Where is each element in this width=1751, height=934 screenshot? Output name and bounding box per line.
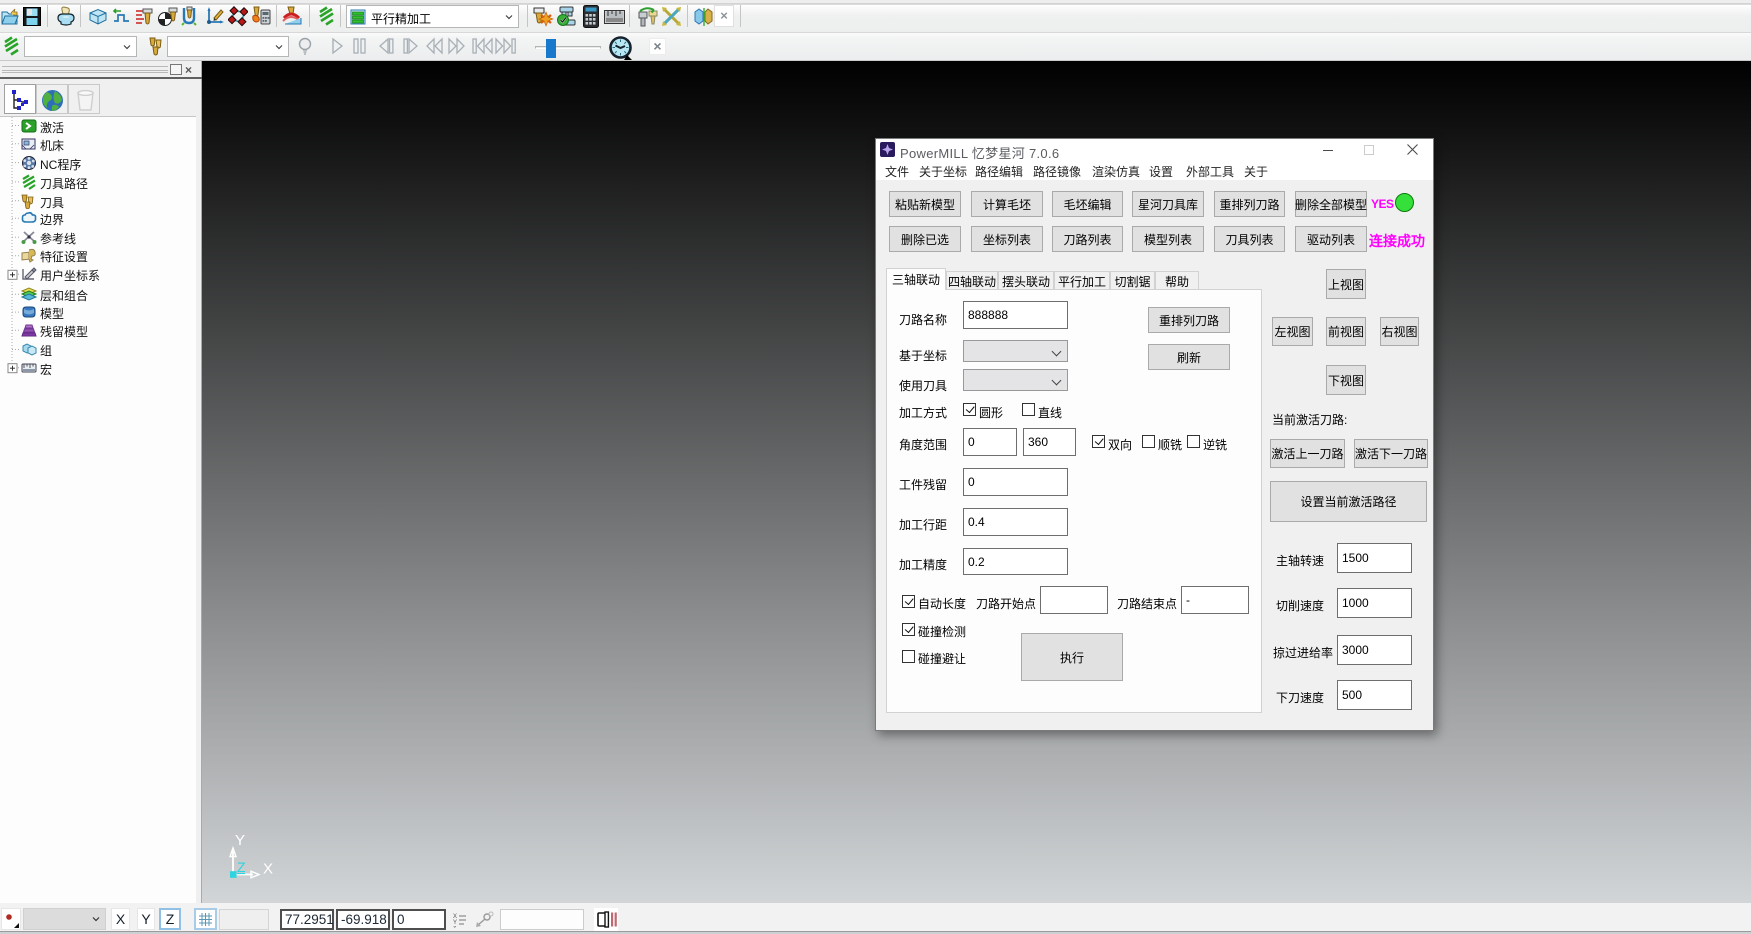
svg-text:Z: Z <box>237 859 246 875</box>
svg-text:Z: Z <box>453 926 456 928</box>
svg-text:Y: Y <box>235 832 245 849</box>
svg-text:X: X <box>263 861 273 878</box>
